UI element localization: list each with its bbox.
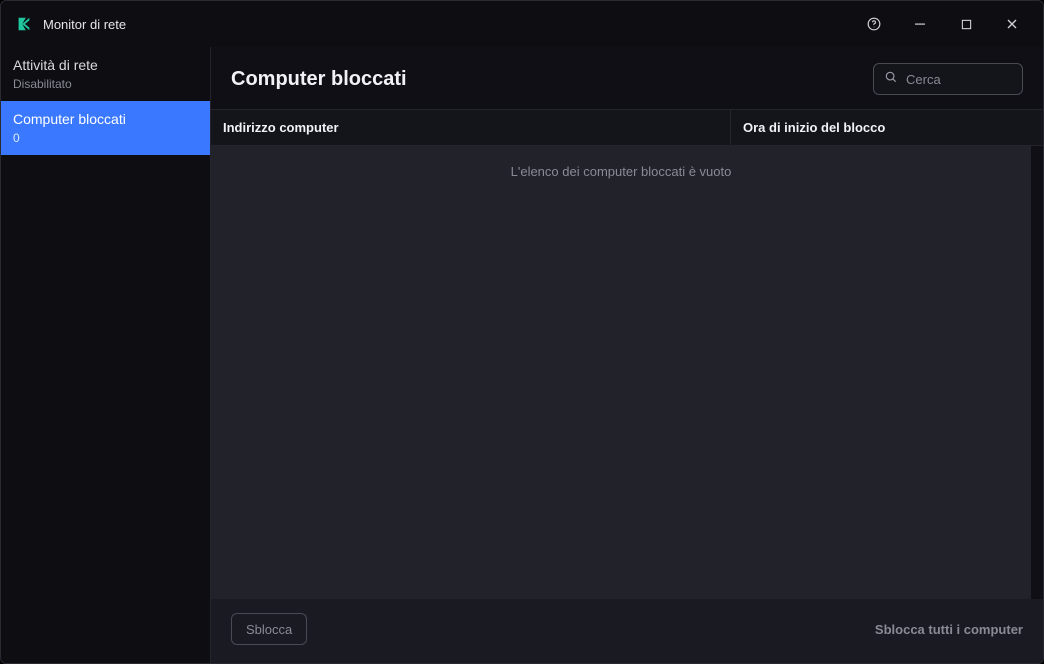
help-button[interactable] <box>851 1 897 47</box>
sidebar-item-sublabel: 0 <box>13 131 198 145</box>
table-header: Indirizzo computer Ora di inizio del blo… <box>211 109 1043 146</box>
column-header-address[interactable]: Indirizzo computer <box>211 110 731 145</box>
search-input[interactable] <box>906 72 1012 87</box>
unblock-all-button[interactable]: Sblocca tutti i computer <box>875 622 1023 637</box>
search-field[interactable] <box>873 63 1023 95</box>
footer: Sblocca Sblocca tutti i computer <box>211 599 1043 663</box>
table-body: L'elenco dei computer bloccati è vuoto <box>211 146 1043 599</box>
maximize-button[interactable] <box>943 1 989 47</box>
app-window: Monitor di rete Attività di rete Disabil… <box>0 0 1044 664</box>
minimize-button[interactable] <box>897 1 943 47</box>
window-title: Monitor di rete <box>43 17 126 32</box>
sidebar-item-label: Attività di rete <box>13 57 198 73</box>
search-icon <box>884 70 898 89</box>
sidebar-item-sublabel: Disabilitato <box>13 77 198 91</box>
sidebar-item-network-activity[interactable]: Attività di rete Disabilitato <box>1 47 210 101</box>
main-panel: Computer bloccati Indirizzo computer Ora… <box>211 47 1043 663</box>
unblock-button[interactable]: Sblocca <box>231 613 307 645</box>
titlebar: Monitor di rete <box>1 1 1043 47</box>
sidebar-item-label: Computer bloccati <box>13 111 198 127</box>
sidebar: Attività di rete Disabilitato Computer b… <box>1 47 211 663</box>
empty-list-message: L'elenco dei computer bloccati è vuoto <box>511 164 732 179</box>
close-button[interactable] <box>989 1 1035 47</box>
column-header-block-start[interactable]: Ora di inizio del blocco <box>731 110 1043 145</box>
body: Attività di rete Disabilitato Computer b… <box>1 47 1043 663</box>
app-logo-icon <box>15 15 33 33</box>
sidebar-item-blocked-computers[interactable]: Computer bloccati 0 <box>1 101 210 155</box>
page-title: Computer bloccati <box>231 68 861 91</box>
main-header: Computer bloccati <box>211 47 1043 109</box>
